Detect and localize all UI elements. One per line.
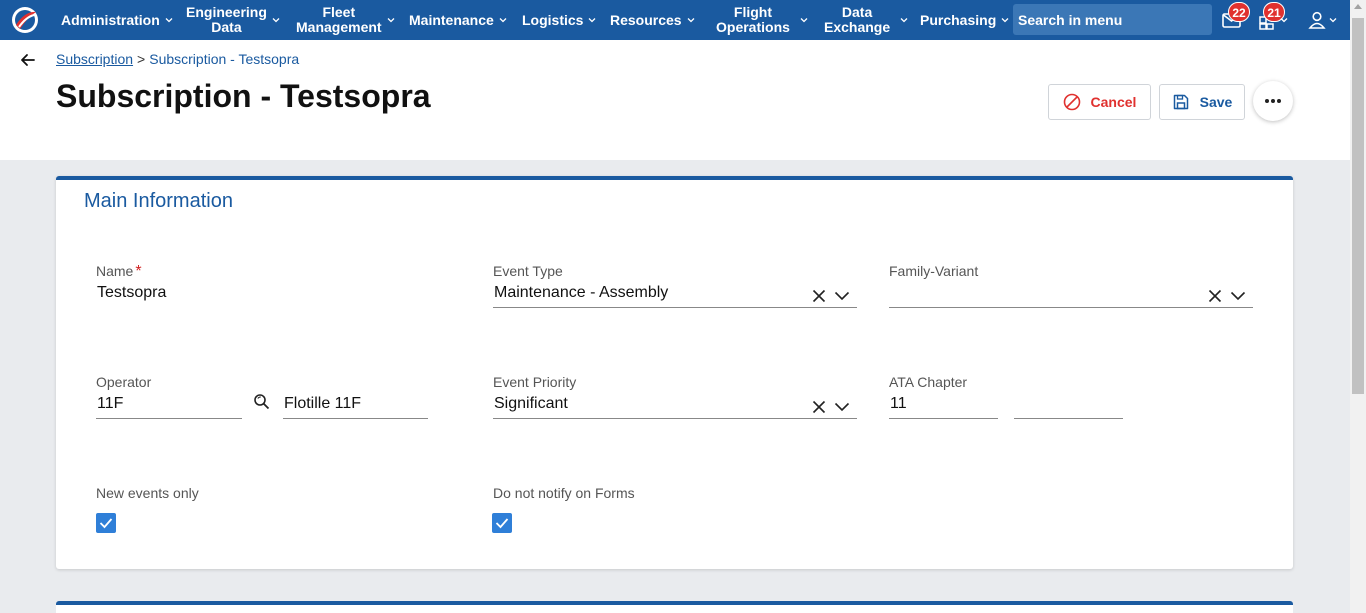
nav-fleet-management[interactable]: Fleet Management xyxy=(296,0,395,40)
chevron-down-icon xyxy=(900,18,908,23)
operator-label: Operator xyxy=(96,374,152,390)
save-button[interactable]: Save xyxy=(1159,84,1245,120)
name-label-text: Name xyxy=(96,263,134,279)
save-label: Save xyxy=(1199,94,1233,110)
operator-code-field[interactable]: 11F xyxy=(96,393,242,419)
chevron-down-icon xyxy=(387,18,395,23)
top-navigation-bar: Administration Engineering Data Fleet Ma… xyxy=(0,0,1350,40)
new-events-only-label: New events only xyxy=(96,485,199,501)
name-value: Testsopra xyxy=(97,284,167,301)
next-section-card xyxy=(56,601,1293,613)
ata-chapter-label: ATA Chapter xyxy=(889,374,968,390)
nav-logistics[interactable]: Logistics xyxy=(522,0,596,40)
event-priority-value: Significant xyxy=(494,395,568,412)
nav-engineering-data[interactable]: Engineering Data xyxy=(186,0,280,40)
breadcrumb-parent-link[interactable]: Subscription xyxy=(56,51,133,67)
checkmark-icon xyxy=(99,518,113,529)
event-type-value: Maintenance - Assembly xyxy=(494,284,669,301)
ata-chapter-value: 11 xyxy=(890,395,907,412)
name-field[interactable]: Testsopra xyxy=(96,282,460,308)
more-horizontal-icon xyxy=(1265,99,1281,103)
save-icon xyxy=(1173,94,1188,110)
nav-purchasing[interactable]: Purchasing xyxy=(920,0,1009,40)
section-title: Main Information xyxy=(84,190,233,212)
main-information-card: Main Information Name * Testsopra Event T… xyxy=(56,176,1293,569)
required-marker: * xyxy=(135,263,142,280)
ata-subchapter-field[interactable] xyxy=(1014,393,1123,419)
chevron-down-icon xyxy=(165,18,173,23)
chevron-down-icon xyxy=(1001,18,1009,23)
do-not-notify-label: Do not notify on Forms xyxy=(493,485,635,501)
event-type-select[interactable]: Maintenance - Assembly xyxy=(493,282,857,308)
nav-label: Logistics xyxy=(522,11,584,28)
chevron-down-icon[interactable] xyxy=(834,291,850,301)
family-variant-label: Family-Variant xyxy=(889,263,979,279)
back-arrow-icon[interactable] xyxy=(18,50,38,70)
nav-label: Fleet Management xyxy=(296,4,382,35)
page-title: Subscription - Testsopra xyxy=(56,78,431,114)
clear-icon[interactable] xyxy=(812,289,826,303)
nav-label: Flight Operations xyxy=(716,4,790,35)
nav-label: Engineering Data xyxy=(186,4,267,35)
chevron-down-icon xyxy=(800,18,808,23)
cancel-label: Cancel xyxy=(1090,94,1137,110)
breadcrumb: Subscription > Subscription - Testsopra xyxy=(56,51,299,67)
nav-flight-operations[interactable]: Flight Operations xyxy=(716,0,808,40)
menu-search-input[interactable] xyxy=(1013,4,1212,35)
chevron-down-icon[interactable] xyxy=(834,402,850,412)
clear-icon[interactable] xyxy=(812,400,826,414)
chevron-down-icon xyxy=(687,18,695,23)
new-events-only-checkbox[interactable] xyxy=(96,513,116,533)
breadcrumb-current: Subscription - Testsopra xyxy=(149,51,300,67)
chevron-down-icon xyxy=(272,18,280,23)
clear-icon[interactable] xyxy=(1208,289,1222,303)
chevron-down-icon xyxy=(1280,18,1288,23)
chevron-down-icon xyxy=(589,18,596,23)
nav-resources[interactable]: Resources xyxy=(610,0,695,40)
chevron-down-icon xyxy=(499,18,507,23)
search-icon[interactable] xyxy=(253,393,271,411)
user-icon[interactable] xyxy=(1306,8,1330,32)
family-variant-select[interactable] xyxy=(889,282,1253,308)
event-priority-select[interactable]: Significant xyxy=(493,393,857,419)
more-options-button[interactable] xyxy=(1253,81,1293,121)
page-header: Subscription > Subscription - Testsopra Su… xyxy=(0,40,1350,160)
cancel-icon xyxy=(1063,93,1080,111)
event-type-label: Event Type xyxy=(493,263,563,279)
breadcrumb-separator: > xyxy=(137,51,146,67)
chevron-down-icon[interactable] xyxy=(1230,291,1246,301)
ata-chapter-field[interactable]: 11 xyxy=(889,393,998,419)
event-priority-label: Event Priority xyxy=(493,374,577,390)
mail-badge: 22 xyxy=(1228,2,1250,22)
vertical-scrollbar[interactable] xyxy=(1350,0,1366,613)
chevron-down-icon xyxy=(1329,18,1337,23)
nav-label: Data Exchange xyxy=(824,4,891,35)
nav-maintenance[interactable]: Maintenance xyxy=(409,0,507,40)
scroll-up-arrow-icon[interactable] xyxy=(1354,4,1362,9)
nav-label: Maintenance xyxy=(409,11,494,28)
operator-name-field: Flotille 11F xyxy=(283,393,428,419)
operator-name-value: Flotille 11F xyxy=(284,395,362,412)
nav-data-exchange[interactable]: Data Exchange xyxy=(824,0,908,40)
nav-label: Resources xyxy=(610,11,682,28)
app-logo-icon[interactable] xyxy=(10,5,40,35)
name-label: Name * xyxy=(96,263,142,281)
cancel-button[interactable]: Cancel xyxy=(1048,84,1151,120)
scrollbar-thumb[interactable] xyxy=(1352,18,1364,394)
nav-label: Purchasing xyxy=(920,11,997,28)
nav-label: Administration xyxy=(61,11,160,28)
nav-administration[interactable]: Administration xyxy=(61,0,173,40)
checkmark-icon xyxy=(495,518,509,529)
operator-code-value: 11F xyxy=(97,395,124,412)
do-not-notify-checkbox[interactable] xyxy=(492,513,512,533)
